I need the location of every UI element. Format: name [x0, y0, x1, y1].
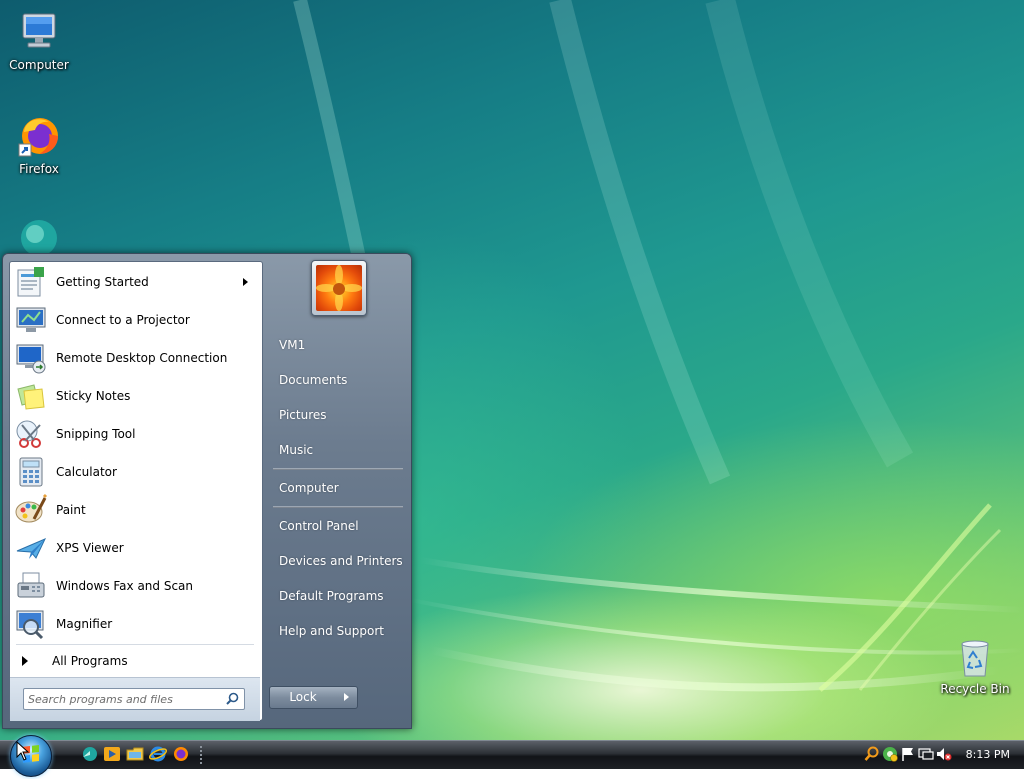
- taskbar-grip[interactable]: [200, 746, 205, 764]
- places-pictures[interactable]: Pictures: [271, 401, 405, 429]
- places-user-folder[interactable]: VM1: [271, 331, 405, 359]
- triangle-right-icon: [344, 693, 349, 701]
- search-icon[interactable]: [864, 746, 880, 762]
- media-player-icon[interactable]: [103, 745, 121, 763]
- switch-windows-icon[interactable]: [80, 745, 98, 763]
- places-help-support[interactable]: Help and Support: [271, 617, 405, 645]
- desktop[interactable]: Computer Firefox Recycle Bin Getting Sta…: [0, 0, 1024, 740]
- firefox-icon[interactable]: [172, 745, 190, 763]
- volume-muted-icon[interactable]: [936, 746, 952, 762]
- divider: [273, 468, 403, 470]
- program-getting-started[interactable]: Getting Started: [10, 263, 260, 301]
- desktop-icon-firefox[interactable]: Firefox: [1, 112, 77, 176]
- program-connect-to-projector[interactable]: Connect to a Projector: [10, 301, 260, 339]
- network-globe-icon: [21, 220, 57, 254]
- places-documents[interactable]: Documents: [271, 366, 405, 394]
- start-menu-programs-pane: Getting Started Connect to a Projector R…: [9, 261, 263, 721]
- recycle-bin-icon: [961, 640, 989, 677]
- projector-icon: [16, 307, 46, 332]
- desktop-icon-computer[interactable]: Computer: [1, 8, 77, 72]
- calculator-icon: [19, 457, 43, 487]
- firefox-icon: [18, 118, 58, 157]
- mouse-cursor-icon: [16, 741, 30, 761]
- lock-button[interactable]: Lock: [269, 686, 337, 709]
- computer-icon: [22, 13, 56, 48]
- start-menu: Getting Started Connect to a Projector R…: [2, 253, 412, 729]
- xps-viewer-icon: [16, 538, 47, 559]
- search-input[interactable]: [28, 691, 218, 707]
- action-center-flag-icon[interactable]: [900, 746, 916, 762]
- clock[interactable]: 8:13 PM: [966, 748, 1010, 761]
- program-paint[interactable]: Paint: [10, 491, 260, 529]
- paint-icon: [15, 493, 48, 523]
- submenu-arrow-icon: [243, 278, 248, 286]
- snipping-tool-icon: [16, 420, 41, 448]
- network-icon[interactable]: [882, 746, 898, 762]
- places-music[interactable]: Music: [271, 436, 405, 464]
- places-computer[interactable]: Computer: [271, 474, 405, 502]
- places-default-programs[interactable]: Default Programs: [271, 582, 405, 610]
- desktop-icon-label: Recycle Bin: [940, 682, 1010, 696]
- sticky-notes-icon: [17, 384, 45, 410]
- program-snipping-tool[interactable]: Snipping Tool: [10, 415, 260, 453]
- divider: [16, 644, 254, 645]
- remote-desktop-icon: [16, 344, 46, 374]
- search-area: [10, 677, 260, 721]
- notification-area: 8:13 PM: [854, 741, 1024, 769]
- program-sticky-notes[interactable]: Sticky Notes: [10, 377, 260, 415]
- desktop-icon-label: Firefox: [19, 162, 59, 176]
- fax-scan-icon: [17, 572, 45, 598]
- explorer-icon[interactable]: [126, 745, 144, 763]
- display-icon[interactable]: [918, 746, 934, 762]
- program-calculator[interactable]: Calculator: [10, 453, 260, 491]
- divider: [273, 506, 403, 508]
- flower-picture-icon: [316, 265, 362, 311]
- program-remote-desktop[interactable]: Remote Desktop Connection: [10, 339, 260, 377]
- start-menu-places-pane: VM1 Documents Pictures Music Computer Co…: [265, 254, 411, 728]
- search-box[interactable]: [23, 688, 245, 710]
- program-magnifier[interactable]: Magnifier: [10, 605, 260, 643]
- internet-explorer-icon[interactable]: [149, 745, 167, 763]
- shutdown-options-button[interactable]: [336, 686, 358, 709]
- desktop-icon-partial[interactable]: [1, 214, 77, 254]
- triangle-right-icon: [22, 656, 28, 666]
- all-programs-button[interactable]: All Programs: [10, 647, 260, 675]
- program-xps-viewer[interactable]: XPS Viewer: [10, 529, 260, 567]
- program-windows-fax-scan[interactable]: Windows Fax and Scan: [10, 567, 260, 605]
- user-picture[interactable]: [311, 260, 367, 316]
- desktop-icon-label: Computer: [9, 58, 69, 72]
- taskbar: 8:13 PM: [0, 735, 1024, 777]
- places-control-panel[interactable]: Control Panel: [271, 512, 405, 540]
- search-icon[interactable]: [226, 692, 239, 705]
- desktop-icon-recycle-bin[interactable]: Recycle Bin: [937, 636, 1013, 696]
- places-devices-printers[interactable]: Devices and Printers: [271, 547, 405, 575]
- magnifier-icon: [16, 610, 44, 640]
- getting-started-icon: [17, 267, 44, 297]
